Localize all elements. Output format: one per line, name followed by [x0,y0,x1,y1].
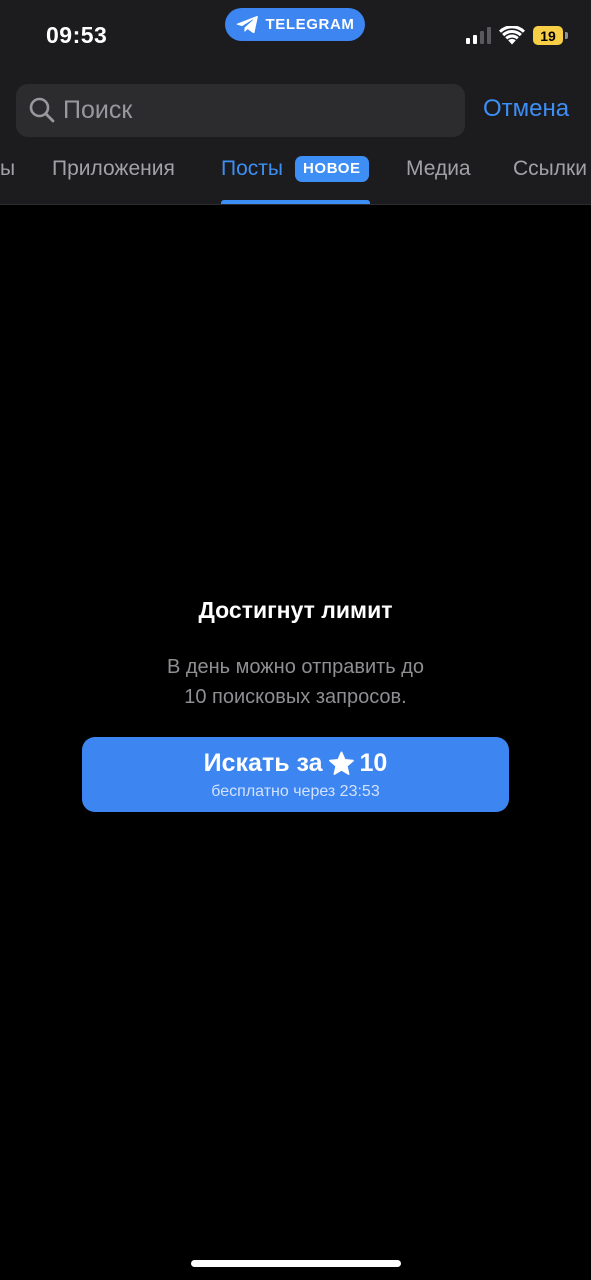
tab-media[interactable]: Медиа [406,157,471,181]
telegram-pill[interactable]: TELEGRAM [225,8,365,41]
search-field[interactable] [16,84,465,137]
search-for-stars-button[interactable]: Искать за 10 бесплатно через 23:53 [82,737,509,812]
limit-description-line: В день можно отправить до [166,656,425,678]
status-time: 09:53 [46,22,108,48]
tab-partial[interactable]: ы [0,157,15,181]
search-header: 09:53 TELEGRAM 19 Отмена ы Пр [0,0,591,205]
pay-button-label: Искать за 10 [82,749,509,778]
limit-description: В день можно отправить до 10 поисковых з… [0,652,591,712]
pay-button-amount: 10 [359,749,388,777]
search-icon [29,97,55,123]
active-tab-indicator [221,200,370,204]
wifi-icon [499,26,525,45]
home-indicator[interactable] [191,1260,401,1267]
pay-button-subtitle: бесплатно через 23:53 [211,783,380,800]
tab-apps[interactable]: Приложения [52,157,175,181]
search-tabs: ы Приложения Посты НОВОЕ Медиа Ссылки [0,150,591,204]
status-icons: 19 [466,26,568,45]
tab-posts[interactable]: Посты [221,157,283,181]
cancel-button[interactable]: Отмена [483,95,569,123]
search-input[interactable] [63,84,453,137]
tab-links[interactable]: Ссылки [513,157,587,181]
new-badge: НОВОЕ [295,156,369,182]
limit-description-line: 10 поисковых запросов. [184,686,407,708]
pay-button-prefix: Искать за [203,749,323,777]
limit-title: Достигнут лимит [198,597,393,623]
app-pill-label: TELEGRAM [265,16,355,33]
telegram-icon [236,15,258,34]
cellular-signal-icon [466,27,491,44]
star-icon [328,751,354,775]
battery-icon: 19 [533,26,568,45]
